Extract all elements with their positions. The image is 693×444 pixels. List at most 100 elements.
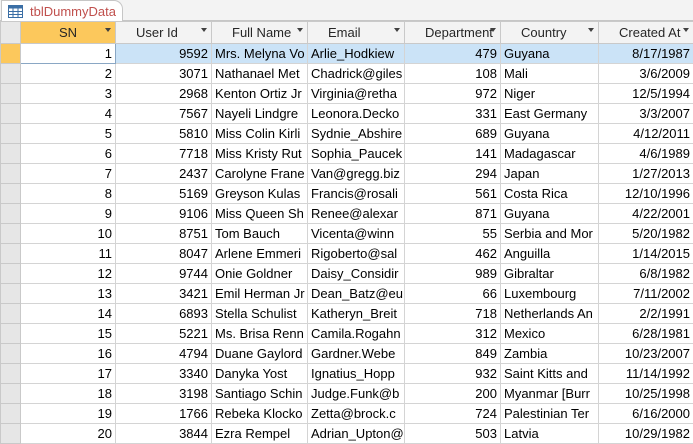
table-cell[interactable]: 2 bbox=[21, 64, 116, 84]
table-cell[interactable]: Arlene Emmeri bbox=[212, 244, 308, 264]
table-cell[interactable]: Chadrick@giles bbox=[308, 64, 405, 84]
table-cell[interactable]: 1/14/2015 bbox=[599, 244, 693, 264]
table-cell[interactable]: 724 bbox=[405, 404, 501, 424]
table-cell[interactable]: Guyana bbox=[501, 44, 599, 64]
table-row[interactable]: 32968Kenton Ortiz JrVirginia@retha972Nig… bbox=[1, 84, 693, 104]
table-cell[interactable]: Miss Colin Kirli bbox=[212, 124, 308, 144]
table-cell[interactable]: 561 bbox=[405, 184, 501, 204]
table-cell[interactable]: 20 bbox=[21, 424, 116, 444]
table-cell[interactable]: 989 bbox=[405, 264, 501, 284]
table-cell[interactable]: Anguilla bbox=[501, 244, 599, 264]
table-cell[interactable]: Japan bbox=[501, 164, 599, 184]
table-cell[interactable]: Francis@rosali bbox=[308, 184, 405, 204]
table-cell[interactable]: 3198 bbox=[116, 384, 212, 404]
table-cell[interactable]: Myanmar [Burr bbox=[501, 384, 599, 404]
table-cell[interactable]: 7567 bbox=[116, 104, 212, 124]
table-cell[interactable]: Ms. Brisa Renn bbox=[212, 324, 308, 344]
record-selector[interactable] bbox=[1, 424, 21, 444]
record-selector[interactable] bbox=[1, 244, 21, 264]
table-cell[interactable]: 3071 bbox=[116, 64, 212, 84]
table-cell[interactable]: Renee@alexar bbox=[308, 204, 405, 224]
table-cell[interactable]: 4/22/2001 bbox=[599, 204, 693, 224]
record-selector[interactable] bbox=[1, 164, 21, 184]
table-cell[interactable]: 10/29/1982 bbox=[599, 424, 693, 444]
table-row[interactable]: 19592Mrs. Melyna VoArlie_Hodkiew479Guyan… bbox=[1, 44, 693, 64]
table-cell[interactable]: Gibraltar bbox=[501, 264, 599, 284]
table-cell[interactable]: Zambia bbox=[501, 344, 599, 364]
table-cell[interactable]: Sydnie_Abshire bbox=[308, 124, 405, 144]
table-cell[interactable]: Katheryn_Breit bbox=[308, 304, 405, 324]
table-cell[interactable]: Madagascar bbox=[501, 144, 599, 164]
table-cell[interactable]: 1/27/2013 bbox=[599, 164, 693, 184]
table-cell[interactable]: Costa Rica bbox=[501, 184, 599, 204]
table-cell[interactable]: 6 bbox=[21, 144, 116, 164]
table-cell[interactable]: 7 bbox=[21, 164, 116, 184]
record-selector[interactable] bbox=[1, 204, 21, 224]
table-cell[interactable]: 18 bbox=[21, 384, 116, 404]
table-cell[interactable]: 55 bbox=[405, 224, 501, 244]
table-cell[interactable]: Dean_Batz@eu bbox=[308, 284, 405, 304]
table-cell[interactable]: 718 bbox=[405, 304, 501, 324]
table-cell[interactable]: 4/6/1989 bbox=[599, 144, 693, 164]
table-cell[interactable]: 5169 bbox=[116, 184, 212, 204]
table-cell[interactable]: 3 bbox=[21, 84, 116, 104]
dropdown-arrow-icon[interactable] bbox=[297, 28, 303, 32]
table-cell[interactable]: 6/28/1981 bbox=[599, 324, 693, 344]
table-cell[interactable]: Nathanael Met bbox=[212, 64, 308, 84]
table-cell[interactable]: 4 bbox=[21, 104, 116, 124]
table-cell[interactable]: 200 bbox=[405, 384, 501, 404]
table-cell[interactable]: Vicenta@winn bbox=[308, 224, 405, 244]
table-row[interactable]: 173340Danyka YostIgnatius_Hopp932Saint K… bbox=[1, 364, 693, 384]
table-cell[interactable]: 13 bbox=[21, 284, 116, 304]
table-cell[interactable]: Saint Kitts and bbox=[501, 364, 599, 384]
table-cell[interactable]: Duane Gaylord bbox=[212, 344, 308, 364]
record-selector[interactable] bbox=[1, 104, 21, 124]
table-cell[interactable]: Gardner.Webe bbox=[308, 344, 405, 364]
table-cell[interactable]: Sophia_Paucek bbox=[308, 144, 405, 164]
table-cell[interactable]: Arlie_Hodkiew bbox=[308, 44, 405, 64]
column-header-email[interactable]: Email bbox=[308, 22, 405, 44]
record-selector[interactable] bbox=[1, 384, 21, 404]
record-selector[interactable] bbox=[1, 304, 21, 324]
record-selector[interactable] bbox=[1, 284, 21, 304]
table-cell[interactable]: 11/14/1992 bbox=[599, 364, 693, 384]
table-row[interactable]: 155221Ms. Brisa RennCamila.Rogahn312Mexi… bbox=[1, 324, 693, 344]
table-cell[interactable]: 16 bbox=[21, 344, 116, 364]
table-row[interactable]: 183198Santiago SchinJudge.Funk@b200Myanm… bbox=[1, 384, 693, 404]
table-row[interactable]: 85169Greyson KulasFrancis@rosali561Costa… bbox=[1, 184, 693, 204]
table-cell[interactable]: 11 bbox=[21, 244, 116, 264]
table-cell[interactable]: Mali bbox=[501, 64, 599, 84]
table-tab[interactable]: tblDummyData bbox=[1, 0, 123, 22]
table-cell[interactable]: 9744 bbox=[116, 264, 212, 284]
table-cell[interactable]: 972 bbox=[405, 84, 501, 104]
table-cell[interactable]: Emil Herman Jr bbox=[212, 284, 308, 304]
column-header-sn[interactable]: SN bbox=[21, 22, 116, 44]
table-cell[interactable]: Guyana bbox=[501, 124, 599, 144]
table-cell[interactable]: Palestinian Ter bbox=[501, 404, 599, 424]
table-row[interactable]: 164794Duane GaylordGardner.Webe849Zambia… bbox=[1, 344, 693, 364]
column-header-user-id[interactable]: User Id bbox=[116, 22, 212, 44]
table-cell[interactable]: 10/25/1998 bbox=[599, 384, 693, 404]
table-cell[interactable]: Santiago Schin bbox=[212, 384, 308, 404]
table-cell[interactable]: 4/12/2011 bbox=[599, 124, 693, 144]
table-cell[interactable]: Tom Bauch bbox=[212, 224, 308, 244]
column-header-country[interactable]: Country bbox=[501, 22, 599, 44]
table-cell[interactable]: Guyana bbox=[501, 204, 599, 224]
table-row[interactable]: 72437Carolyne FraneVan@gregg.biz294Japan… bbox=[1, 164, 693, 184]
record-selector[interactable] bbox=[1, 144, 21, 164]
table-cell[interactable]: 331 bbox=[405, 104, 501, 124]
table-cell[interactable]: 3/6/2009 bbox=[599, 64, 693, 84]
record-selector[interactable] bbox=[1, 64, 21, 84]
table-cell[interactable]: 3844 bbox=[116, 424, 212, 444]
table-cell[interactable]: 5221 bbox=[116, 324, 212, 344]
table-row[interactable]: 55810Miss Colin KirliSydnie_Abshire689Gu… bbox=[1, 124, 693, 144]
table-cell[interactable]: Ezra Rempel bbox=[212, 424, 308, 444]
dropdown-arrow-icon[interactable] bbox=[490, 28, 496, 32]
table-cell[interactable]: 5 bbox=[21, 124, 116, 144]
table-row[interactable]: 47567Nayeli LindgreLeonora.Decko331East … bbox=[1, 104, 693, 124]
dropdown-arrow-icon[interactable] bbox=[683, 28, 689, 32]
table-cell[interactable]: Rebeka Klocko bbox=[212, 404, 308, 424]
record-selector[interactable] bbox=[1, 184, 21, 204]
table-cell[interactable]: Virginia@retha bbox=[308, 84, 405, 104]
table-cell[interactable]: Greyson Kulas bbox=[212, 184, 308, 204]
